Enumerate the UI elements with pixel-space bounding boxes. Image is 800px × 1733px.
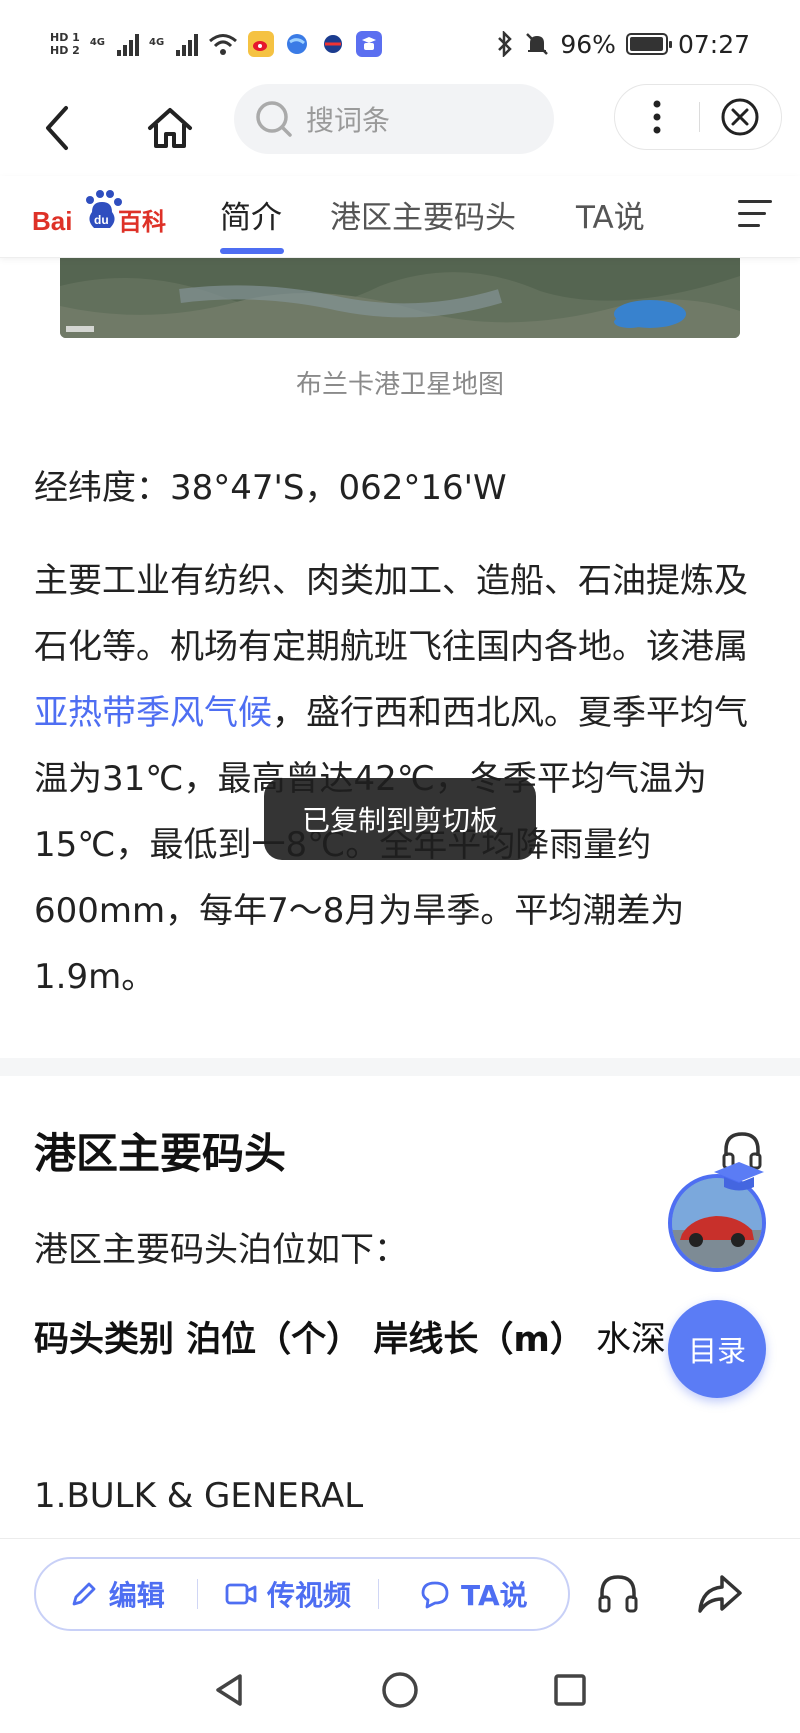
climate-link[interactable]: 亚热带季风气候 — [34, 693, 272, 733]
search-placeholder: 搜词条 — [306, 104, 391, 137]
vpn-icon — [320, 31, 347, 57]
map-caption: 布兰卡港卫星地图 — [295, 370, 504, 400]
section-title: 港区主要码头 — [34, 1129, 287, 1178]
nav-back-icon[interactable] — [208, 1668, 252, 1712]
copied-toast: 已复制到剪切板 — [264, 778, 536, 860]
wifi-icon — [209, 34, 238, 55]
active-tab-indicator — [220, 248, 284, 254]
audio-button[interactable] — [594, 1569, 642, 1617]
status-right: 96% 07:27 — [496, 30, 750, 59]
svg-text:百科: 百科 — [118, 208, 166, 236]
bottom-toolbar: 编辑 传视频 TA说 — [0, 1538, 800, 1648]
baike-nav: Bai du 百科 简介 港区主要码头 TA说 — [0, 176, 800, 258]
signal-icon-2 — [176, 32, 199, 56]
back-arrow-icon — [46, 106, 68, 150]
toc-button[interactable]: 目录 — [668, 1300, 766, 1398]
search-icon — [256, 101, 292, 137]
status-bar: HD 1 HD 2 4G 4G 96% 07:27 — [0, 0, 800, 88]
clock: 07:27 — [677, 29, 750, 59]
graduation-cap-icon — [714, 1162, 764, 1191]
home-icon — [148, 108, 192, 148]
more-button[interactable] — [615, 85, 699, 149]
search-input[interactable]: 搜词条 — [234, 84, 554, 154]
svg-text:du: du — [94, 213, 109, 227]
network-type-1: 4G — [89, 37, 105, 48]
satellite-map-graphic — [60, 256, 740, 338]
paragraph-text-1: 主要工业有纺织、肉类加工、造船、石油提炼及石化等。机场有定期航班飞往国内各地。该… — [34, 561, 748, 667]
video-camera-icon — [225, 1583, 257, 1605]
mute-bell-icon — [526, 33, 549, 55]
nav-recents-icon[interactable] — [548, 1668, 592, 1712]
network-type-2: 4G — [149, 37, 165, 48]
baike-logo[interactable]: Bai du 百科 — [30, 186, 180, 240]
section-subtitle: 港区主要码头泊位如下： — [34, 1230, 408, 1270]
coordinates-text: 经纬度：38°47'S，062°16'W — [34, 468, 507, 508]
bluetooth-icon — [498, 31, 513, 57]
tab-intro[interactable]: 简介 — [220, 192, 282, 237]
close-button[interactable] — [700, 85, 782, 149]
home-button[interactable] — [144, 100, 196, 156]
close-circle-icon — [721, 98, 759, 136]
edit-label: 编辑 — [108, 1579, 165, 1612]
edit-button[interactable]: 编辑 — [36, 1574, 197, 1614]
ta-talk-label: TA说 — [461, 1579, 528, 1612]
section-divider — [0, 1058, 800, 1076]
status-left: HD 1 HD 2 4G 4G — [50, 31, 383, 57]
signal-icon-1 — [117, 32, 139, 56]
mini-program-capsule — [614, 84, 782, 150]
nav-menu-button[interactable] — [738, 200, 772, 230]
satellite-map-image[interactable] — [60, 256, 740, 338]
ta-talk-button[interactable]: TA说 — [379, 1574, 568, 1614]
system-navigation-bar — [0, 1648, 800, 1733]
nav-home-icon[interactable] — [378, 1668, 422, 1712]
action-pill: 编辑 传视频 TA说 — [34, 1557, 570, 1631]
battery-percent: 96% — [560, 29, 616, 59]
baike-logo-graphic: Bai du 百科 — [32, 190, 166, 236]
weibo-icon — [248, 31, 275, 57]
table-header-bold: 码头类别 泊位（个） 岸线长（m） — [34, 1320, 585, 1360]
back-button[interactable] — [36, 100, 80, 156]
more-vertical-icon — [653, 100, 661, 134]
pencil-icon — [72, 1582, 96, 1606]
upload-video-button[interactable]: 传视频 — [198, 1574, 377, 1614]
share-button[interactable] — [696, 1569, 744, 1617]
hd1-label: HD 1 — [50, 31, 80, 44]
browser-bar: 搜词条 — [0, 84, 800, 176]
chat-bubble-icon — [421, 1581, 449, 1609]
table-header: 码头类别 泊位（个） 岸线长（m） 水深（m） — [34, 1306, 774, 1374]
tab-main-docks[interactable]: 港区主要码头 — [330, 192, 516, 237]
battery-icon — [625, 33, 672, 55]
browser-icon — [284, 31, 311, 57]
bulk-general-heading: 1.BULK & GENERAL — [34, 1476, 364, 1516]
battery-fill — [629, 37, 663, 51]
hd2-label: HD 2 — [50, 44, 80, 57]
svg-text:Bai: Bai — [32, 206, 72, 236]
hd-indicator: HD 1 HD 2 — [50, 31, 80, 57]
upload-video-label: 传视频 — [267, 1579, 352, 1612]
tab-ta-talk[interactable]: TA说 — [576, 192, 645, 237]
baike-app-icon — [356, 31, 383, 57]
